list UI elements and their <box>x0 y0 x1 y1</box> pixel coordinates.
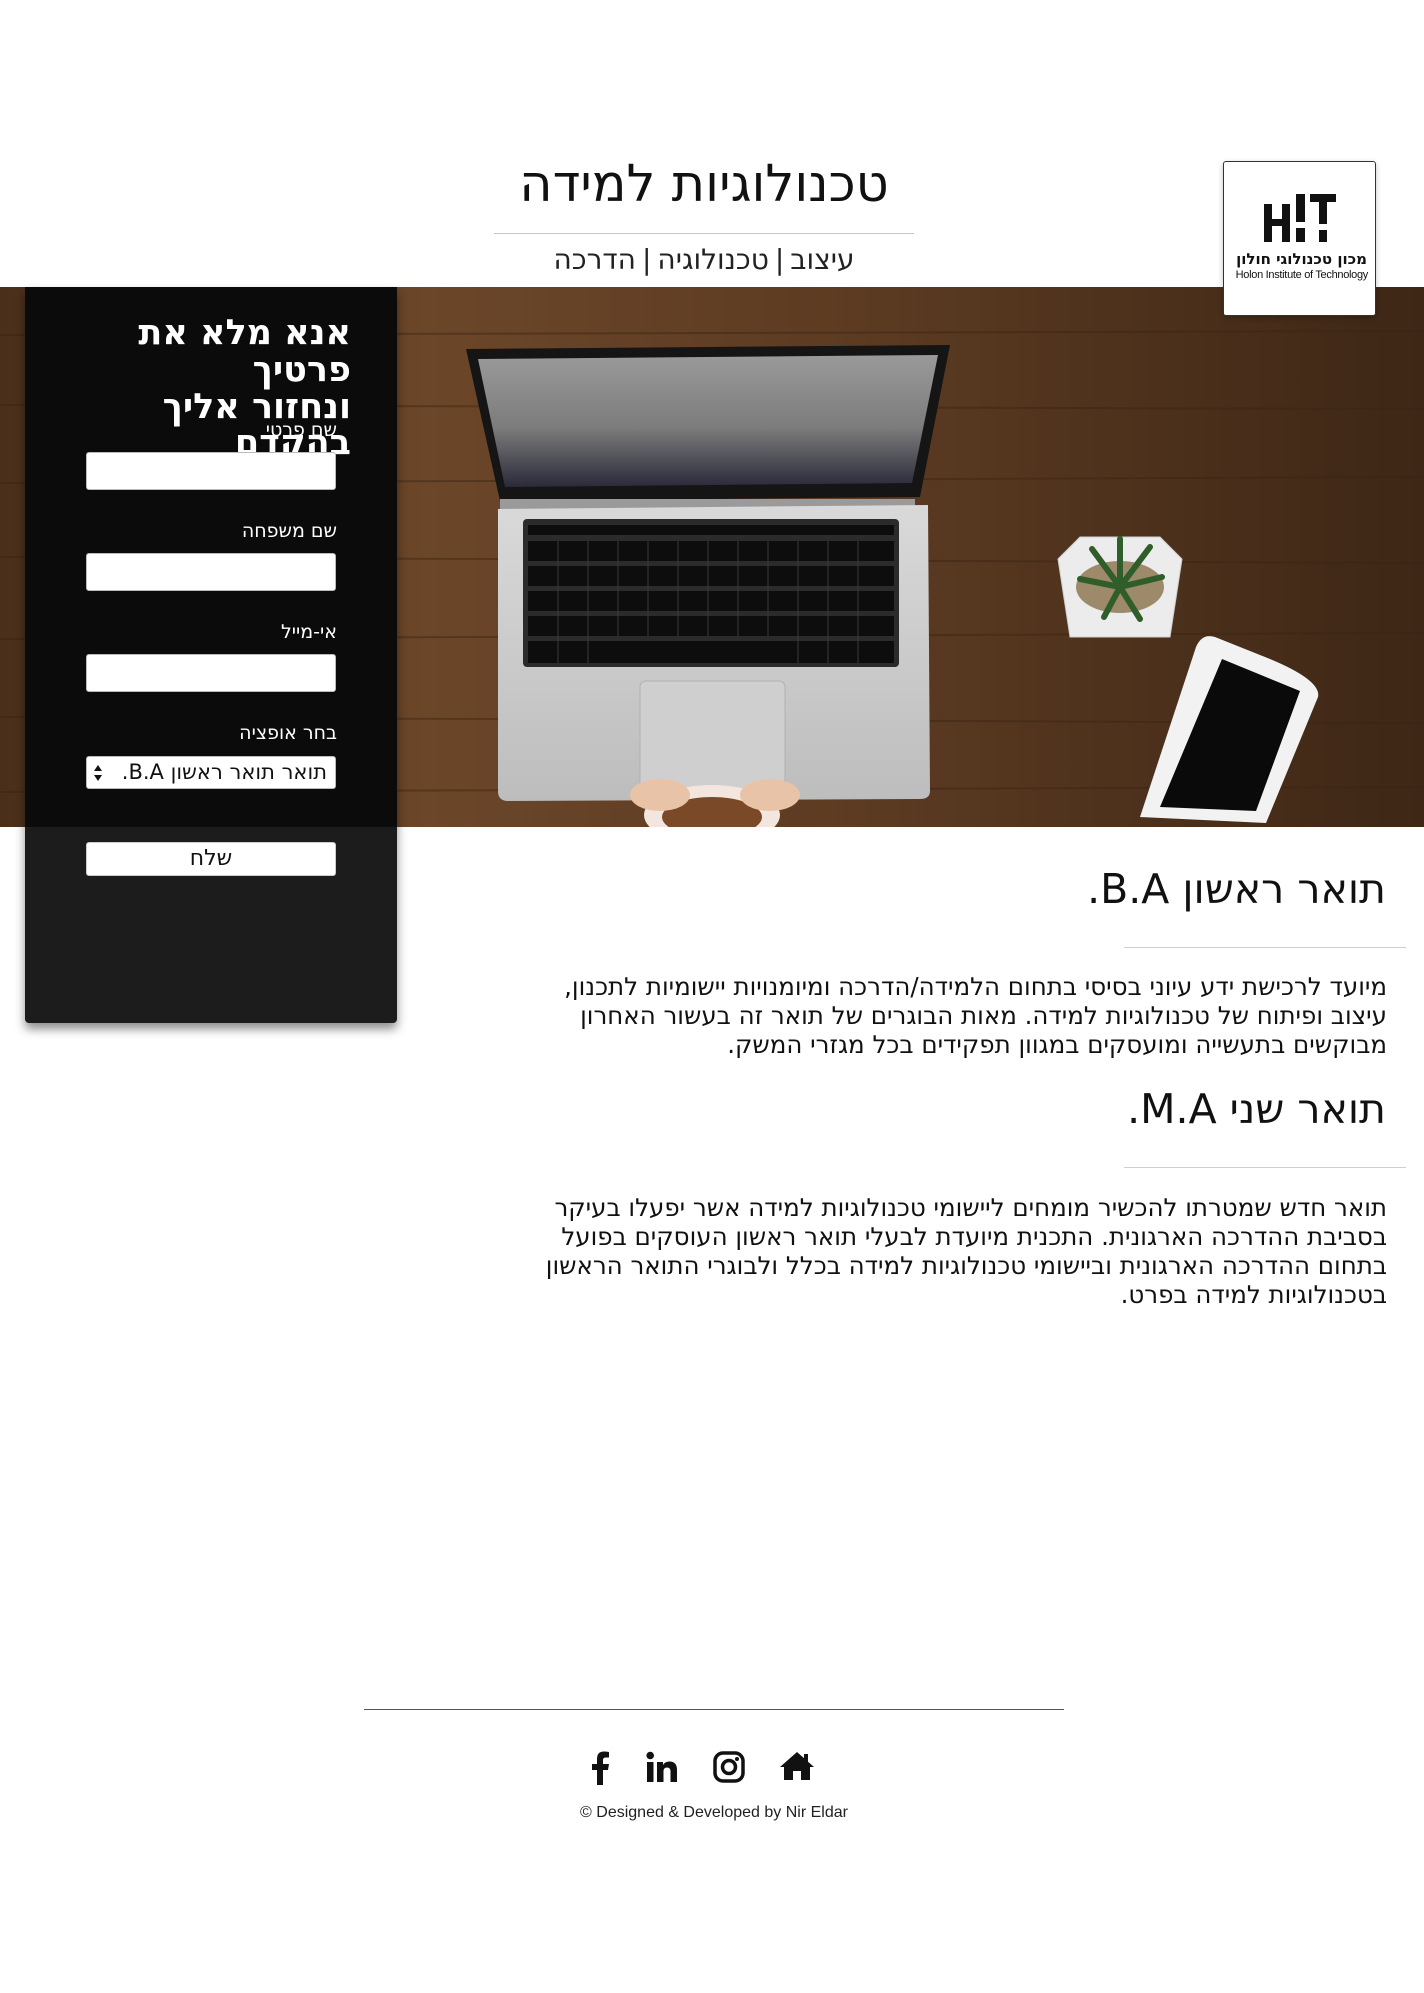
site-title: טכנולוגיות למידה <box>519 155 889 214</box>
section-body-ma: תואר חדש שמטרתו להכשיר מומחים ליישומי טכ… <box>545 1193 1387 1309</box>
subnav: עיצוב|טכנולוגיה|הדרכה <box>494 241 914 279</box>
laptop <box>466 345 950 801</box>
nav-separator: | <box>774 243 785 276</box>
last-name-field[interactable] <box>86 553 336 591</box>
section-divider <box>1124 1167 1406 1168</box>
home-icon[interactable] <box>779 1751 815 1781</box>
last-name-label: שם משפחה <box>241 520 337 542</box>
hit-logo[interactable]: מכון טכנולוגי חולון Holon Institute of T… <box>1223 161 1376 316</box>
title-divider <box>494 233 914 234</box>
first-name-field[interactable] <box>86 452 336 490</box>
select-arrows-icon <box>94 765 102 781</box>
option-label: בחר אופציה <box>239 722 337 744</box>
submit-button[interactable]: שלח <box>86 842 336 876</box>
facebook-icon[interactable] <box>588 1751 612 1785</box>
contact-form: אנא מלא את פרטיך ונחזור אליך בהקדם שם פר… <box>25 287 397 1023</box>
nav-item-design[interactable]: עיצוב <box>790 243 854 276</box>
section-body-ba: מיועד לרכישת ידע עיוני בסיסי בתחום הלמיד… <box>564 972 1387 1059</box>
footer-divider <box>364 1709 1064 1710</box>
email-field[interactable] <box>86 654 336 692</box>
coffee-cup <box>630 779 800 827</box>
form-title-line1: אנא מלא את פרטיך <box>138 313 351 390</box>
hit-logo-mark <box>1264 194 1336 242</box>
degree-select-value: תואר תואר ראשון B.A. <box>121 760 327 784</box>
footer-credit: © Designed & Developed by Nir Eldar <box>580 1804 848 1821</box>
linkedin-icon[interactable] <box>646 1751 678 1783</box>
section-title-ma: תואר שני M.A. <box>1127 1085 1386 1133</box>
logo-english-text: Holon Institute of Technology <box>1235 269 1369 281</box>
degree-select[interactable]: תואר תואר ראשון B.A. <box>86 756 336 789</box>
logo-hebrew-text: מכון טכנולוגי חולון <box>1236 250 1367 268</box>
first-name-label: שם פרטי <box>265 419 337 441</box>
plant <box>1057 536 1183 638</box>
nav-item-technology[interactable]: טכנולוגיה <box>657 243 768 276</box>
section-divider <box>1124 947 1406 948</box>
instagram-icon[interactable] <box>713 1751 745 1783</box>
email-label: אי-מייל <box>280 621 337 643</box>
nav-separator: | <box>641 243 652 276</box>
section-title-ba: תואר ראשון B.A. <box>1087 865 1386 913</box>
nav-item-training[interactable]: הדרכה <box>553 243 635 276</box>
